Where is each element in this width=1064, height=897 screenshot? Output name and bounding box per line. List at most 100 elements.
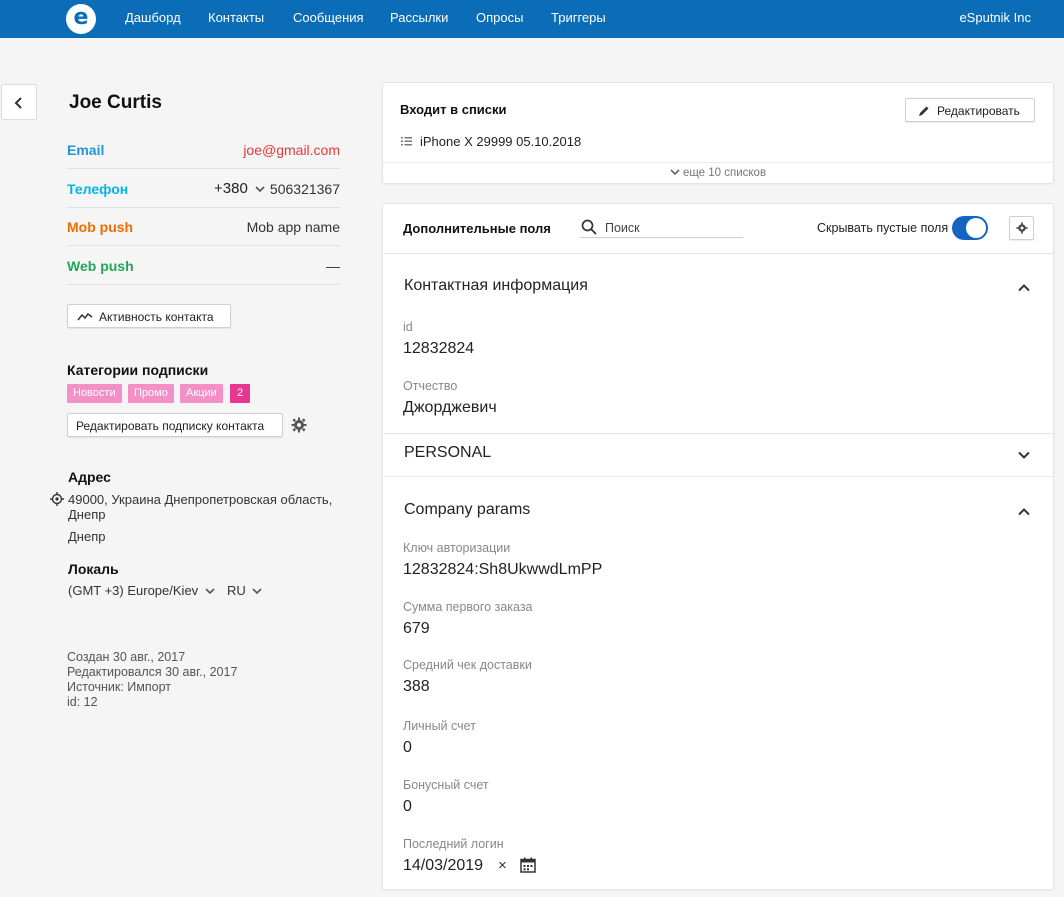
edit-lists-button[interactable]: Редактировать bbox=[905, 98, 1035, 122]
group-contact-info-title[interactable]: Контактная информация bbox=[404, 277, 588, 295]
language-value: RU bbox=[227, 583, 246, 598]
email-label: Email bbox=[67, 142, 105, 158]
edit-subscription-button[interactable]: Редактировать подписку контакта bbox=[67, 413, 283, 437]
address-line-2: Днепр bbox=[68, 507, 106, 522]
web-push-label: Web push bbox=[67, 258, 134, 274]
location-target-icon[interactable] bbox=[50, 492, 64, 506]
esputnik-logo[interactable]: e bbox=[66, 4, 96, 34]
contact-activity-button[interactable]: Активность контакта bbox=[67, 304, 231, 328]
chevron-up-icon[interactable] bbox=[1018, 284, 1030, 292]
edit-lists-label: Редактировать bbox=[937, 104, 1020, 118]
gear-icon bbox=[1016, 222, 1028, 234]
phone-number[interactable]: 506321367 bbox=[270, 181, 340, 197]
group-personal-title[interactable]: PERSONAL bbox=[404, 444, 491, 462]
company-name: eSputnik Inc bbox=[959, 10, 1031, 25]
chevron-down-icon bbox=[252, 588, 262, 595]
list-item[interactable]: iPhone X 29999 05.10.2018 bbox=[420, 134, 581, 149]
address-line-1: 49000, Украина Днепропетровская область, bbox=[68, 492, 333, 507]
fields-search[interactable]: Поиск bbox=[580, 217, 743, 238]
email-value[interactable]: joe@gmail.com bbox=[243, 142, 340, 158]
group-company-title[interactable]: Company params bbox=[404, 501, 530, 519]
field-value-personal-account[interactable]: 0 bbox=[403, 739, 412, 757]
contact-name: Joe Curtis bbox=[69, 92, 162, 113]
toggle-knob bbox=[966, 218, 986, 238]
activity-icon bbox=[77, 312, 93, 321]
field-value-avg-delivery[interactable]: 388 bbox=[403, 678, 430, 696]
chevron-up-icon[interactable] bbox=[1018, 508, 1030, 516]
nav-dashboard[interactable]: Дашборд bbox=[125, 10, 181, 25]
created-date: Создан 30 авг., 2017 bbox=[67, 650, 186, 664]
company-menu[interactable]: eSputnik Inc bbox=[959, 10, 1031, 25]
back-button[interactable] bbox=[1, 84, 37, 120]
chevron-down-icon bbox=[670, 169, 680, 176]
chevron-down-icon bbox=[255, 186, 265, 193]
lists-divider bbox=[383, 162, 1053, 163]
search-icon bbox=[581, 219, 597, 235]
chevron-down-icon bbox=[205, 588, 215, 595]
locale-title: Локаль bbox=[68, 561, 119, 577]
address-city: Днепр bbox=[68, 529, 106, 544]
field-value-id[interactable]: 12832824 bbox=[403, 340, 474, 358]
nav-mailings[interactable]: Рассылки bbox=[390, 10, 448, 25]
field-value-bonus-account[interactable]: 0 bbox=[403, 798, 412, 816]
nav-surveys[interactable]: Опросы bbox=[476, 10, 523, 25]
email-row: Email joe@gmail.com bbox=[67, 131, 340, 169]
tag-news: Новости bbox=[67, 384, 122, 403]
tag-extra-count[interactable]: 2 bbox=[230, 384, 251, 403]
group-divider bbox=[384, 433, 1054, 434]
field-label-last-login: Последний логин bbox=[403, 837, 504, 851]
chevron-left-icon bbox=[14, 97, 22, 109]
phone-label: Телефон bbox=[67, 181, 129, 197]
web-push-value: — bbox=[326, 258, 340, 274]
web-push-row: Web push — bbox=[67, 247, 340, 285]
chevron-down-icon[interactable] bbox=[1018, 451, 1030, 459]
language-select[interactable]: RU bbox=[227, 583, 262, 598]
edited-date: Редактировался 30 авг., 2017 bbox=[67, 665, 238, 679]
source: Источник: Импорт bbox=[67, 680, 172, 694]
timezone-value: (GMT +3) Europe/Kiev bbox=[68, 583, 199, 598]
field-label-bonus-account: Бонусный счет bbox=[403, 778, 489, 792]
mob-push-label: Mob push bbox=[67, 219, 134, 235]
field-label-auth-key: Ключ авторизации bbox=[403, 541, 511, 555]
field-label-personal-account: Личный счет bbox=[403, 719, 476, 733]
lists-card: Входит в списки Редактировать iPhone X 2… bbox=[382, 82, 1054, 184]
gear-icon[interactable] bbox=[291, 417, 307, 433]
additional-fields-title: Дополнительные поля bbox=[403, 221, 551, 236]
field-value-auth-key[interactable]: 12832824:Sh8UkwwdLmPP bbox=[403, 561, 602, 579]
tag-actions: Акции bbox=[180, 384, 223, 403]
fields-header-divider bbox=[384, 253, 1054, 254]
phone-row: Телефон +380 506321367 bbox=[67, 170, 340, 208]
subscription-title: Категории подписки bbox=[67, 362, 209, 378]
list-icon bbox=[401, 137, 412, 146]
lists-title: Входит в списки bbox=[400, 102, 507, 117]
address-title: Адрес bbox=[68, 469, 111, 485]
hide-empty-toggle[interactable] bbox=[952, 216, 988, 240]
fields-settings-button[interactable] bbox=[1009, 216, 1034, 240]
more-lists-toggle[interactable]: еще 10 списков bbox=[383, 167, 1053, 179]
field-label-first-order: Сумма первого заказа bbox=[403, 600, 533, 614]
nav-messages[interactable]: Сообщения bbox=[293, 10, 364, 25]
contact-id: id: 12 bbox=[67, 695, 98, 709]
hide-empty-label: Скрывать пустые поля bbox=[817, 221, 949, 235]
search-input[interactable]: Поиск bbox=[605, 221, 640, 235]
field-label-avg-delivery: Средний чек доставки bbox=[403, 658, 532, 672]
field-value-patronymic[interactable]: Джорджевич bbox=[403, 399, 497, 417]
nav-triggers[interactable]: Триггеры bbox=[551, 10, 606, 25]
contact-activity-label: Активность контакта bbox=[99, 310, 214, 324]
top-navigation-bar: e Дашборд Контакты Сообщения Рассылки Оп… bbox=[0, 0, 1064, 38]
group-divider bbox=[384, 476, 1054, 477]
timezone-select[interactable]: (GMT +3) Europe/Kiev bbox=[68, 583, 215, 598]
field-value-last-login[interactable]: 14/03/2019 bbox=[403, 857, 483, 875]
more-lists-label: еще 10 списков bbox=[682, 167, 767, 179]
mob-push-value: Mob app name bbox=[246, 219, 340, 235]
nav-contacts[interactable]: Контакты bbox=[208, 10, 264, 25]
calendar-icon[interactable] bbox=[520, 857, 536, 873]
clear-date-icon[interactable]: × bbox=[498, 857, 507, 874]
pencil-icon bbox=[919, 106, 929, 116]
field-label-patronymic: Отчество bbox=[403, 379, 458, 393]
mob-push-row: Mob push Mob app name bbox=[67, 208, 340, 246]
phone-code-select[interactable]: +380 bbox=[214, 180, 265, 197]
field-value-first-order[interactable]: 679 bbox=[403, 620, 430, 638]
field-label-id: id bbox=[403, 320, 413, 334]
phone-code: +380 bbox=[214, 180, 248, 197]
